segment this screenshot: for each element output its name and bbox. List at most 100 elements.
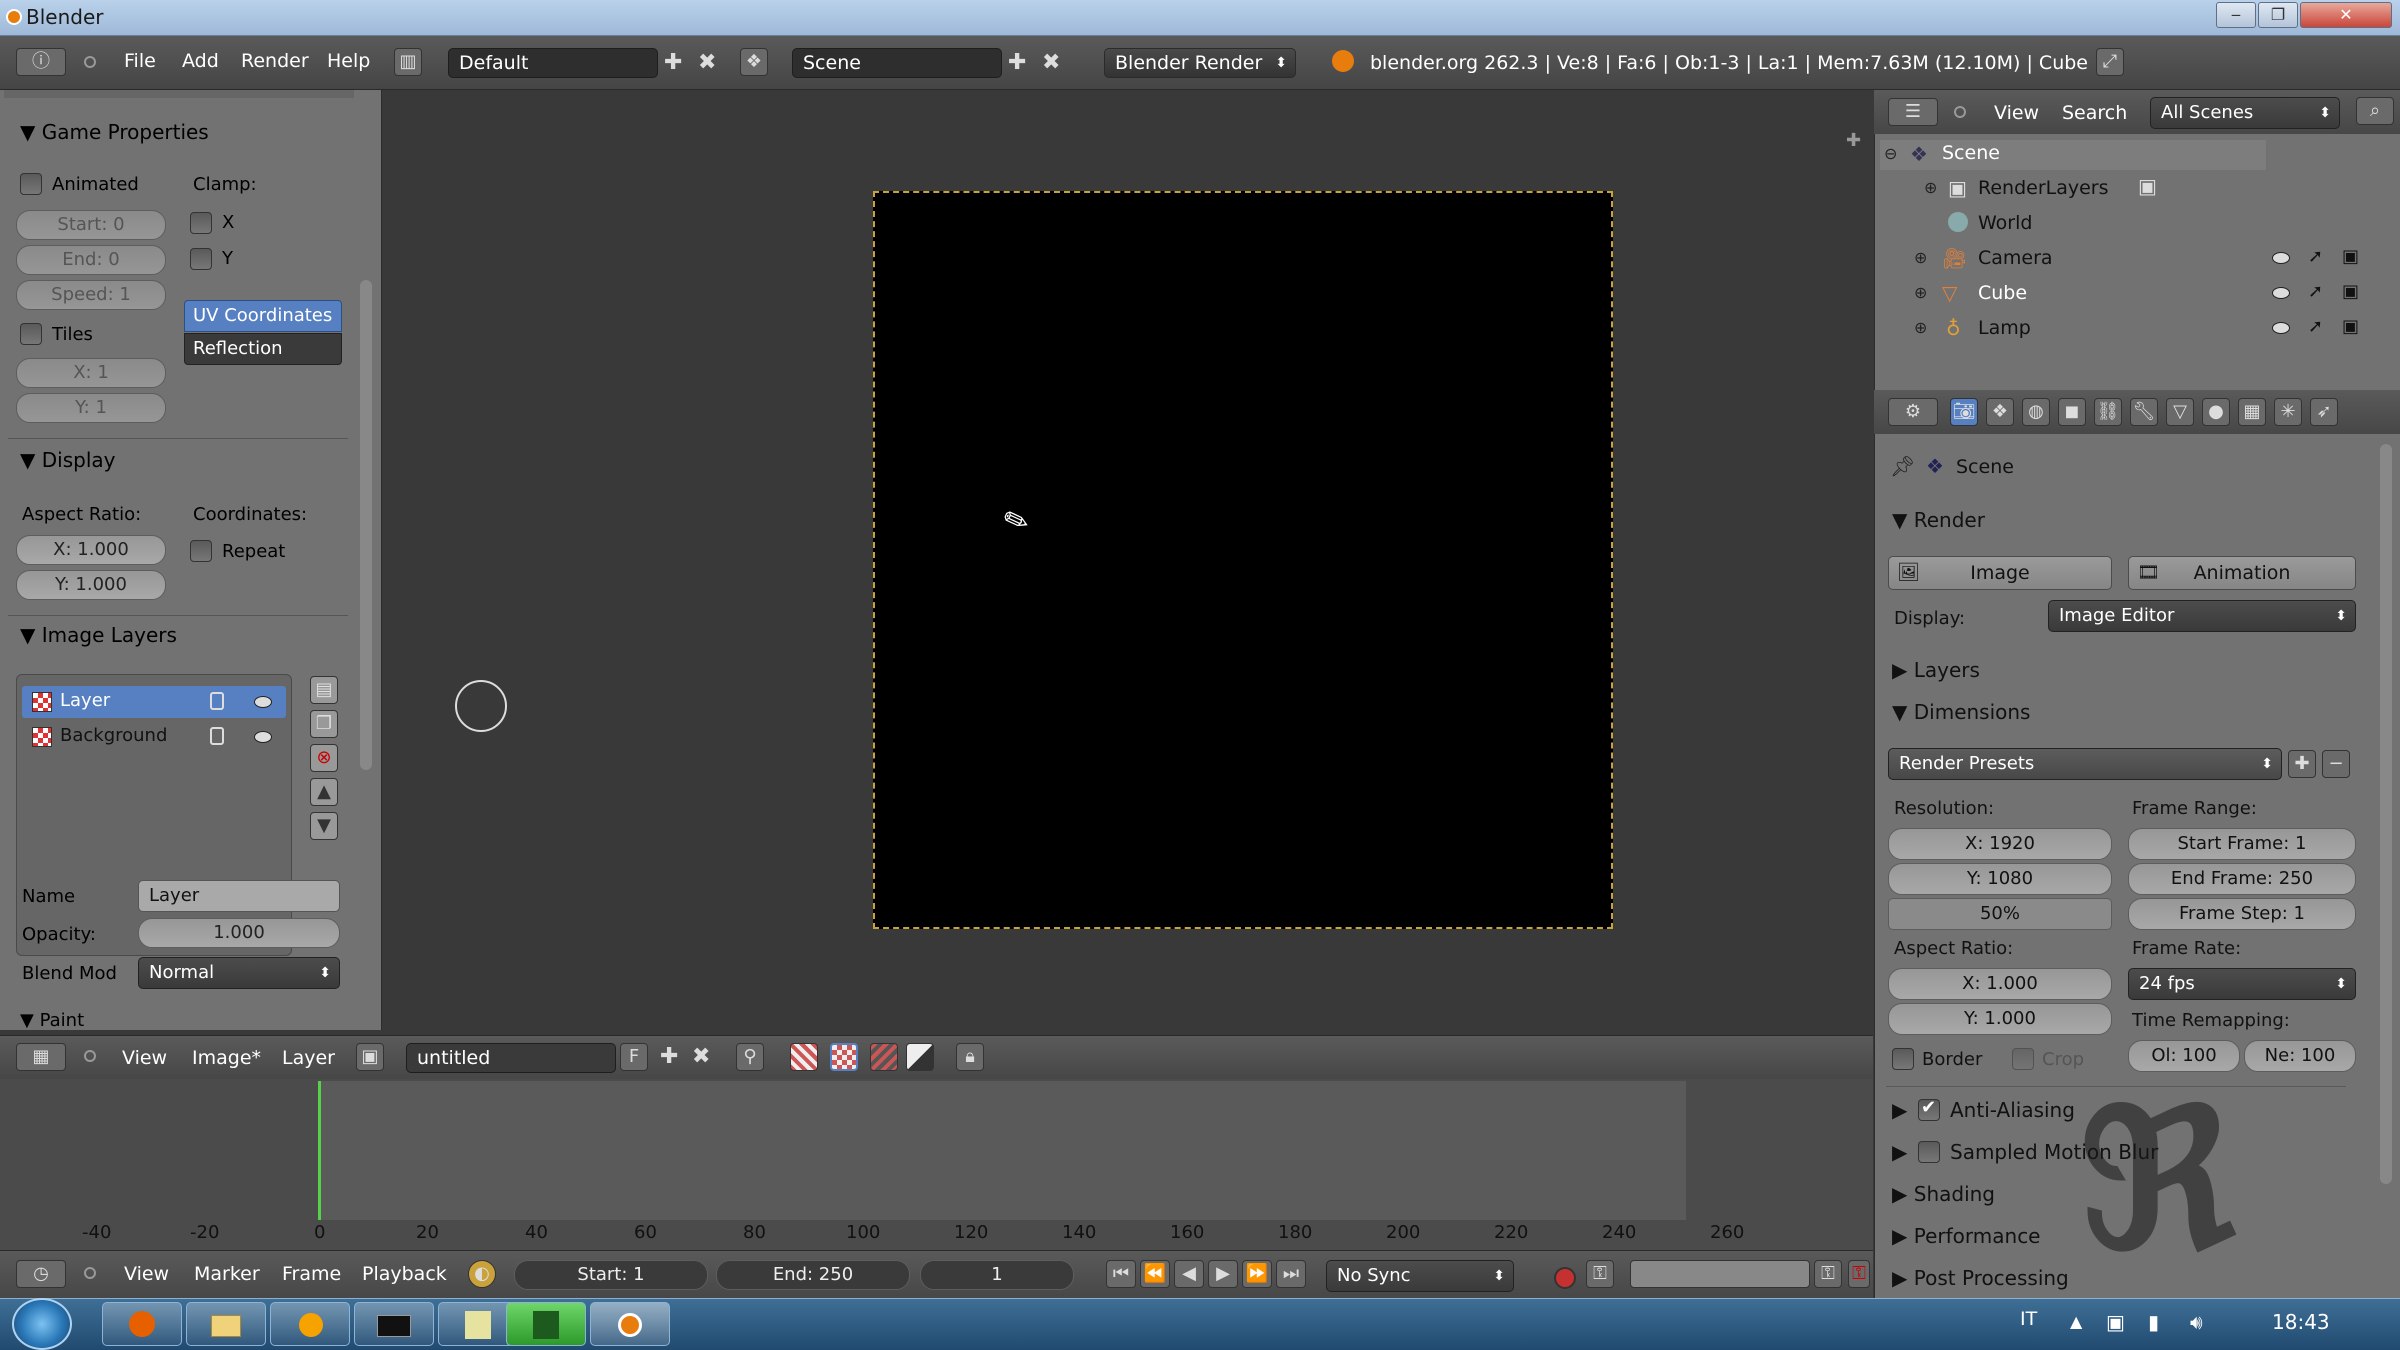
editor-type-info-icon[interactable]: ⓘ — [16, 48, 66, 76]
delete-screen-icon[interactable]: ✖ — [698, 50, 716, 75]
editor-type-icon[interactable]: ▦ — [16, 1043, 66, 1071]
blend-mode-dropdown[interactable]: Normal ⬍ — [138, 957, 340, 989]
taskbar-firefox[interactable] — [102, 1302, 182, 1346]
resolution-percentage-slider[interactable]: 50% — [1888, 898, 2112, 930]
expand-icon[interactable]: ⊕ — [1914, 283, 1927, 302]
move-down-icon[interactable]: ▼ — [310, 812, 338, 840]
taskbar-blender[interactable] — [590, 1302, 670, 1346]
add-preset-icon[interactable]: ✚ — [2288, 750, 2316, 778]
lock-icon[interactable] — [210, 692, 224, 710]
data-tab-icon[interactable]: ▽ — [2166, 398, 2194, 426]
performance-header[interactable]: ▶ Performance — [1892, 1224, 2041, 1248]
tl-menu-frame[interactable]: Frame — [282, 1263, 341, 1285]
region-toggle-icon[interactable]: ✚ — [1846, 130, 1861, 151]
taskbar-app[interactable] — [506, 1302, 586, 1346]
search-icon[interactable]: ⌕ — [2356, 97, 2394, 125]
frame-rate-dropdown[interactable]: 24 fps ⬍ — [2128, 968, 2356, 1000]
eye-icon[interactable] — [254, 696, 272, 708]
move-up-icon[interactable]: ▲ — [310, 778, 338, 806]
add-image-icon[interactable]: ✚ — [660, 1044, 678, 1069]
animated-checkbox[interactable] — [20, 173, 42, 195]
game-properties-header[interactable]: ▼ Game Properties — [20, 120, 209, 144]
select-arrow-icon[interactable]: ➚ — [2308, 316, 2323, 337]
image-browse-icon[interactable]: ▣ — [356, 1043, 384, 1071]
constraints-tab-icon[interactable]: ⛓ — [2094, 398, 2122, 426]
tl-menu-playback[interactable]: Playback — [362, 1263, 447, 1285]
motion-blur-header[interactable]: ▶ — [1892, 1140, 1907, 1164]
display-aspect-x-field[interactable]: X: 1.000 — [16, 535, 166, 565]
taskbar-media[interactable] — [270, 1302, 350, 1346]
object-tab-icon[interactable]: ◼ — [2058, 398, 2086, 426]
render-animation-button[interactable]: 🎞︎ Animation — [2128, 556, 2356, 590]
aspect-x-field[interactable]: X: 1.000 — [1888, 968, 2112, 1000]
clock[interactable]: 18:43 — [2272, 1310, 2330, 1334]
show-hidden-icon[interactable]: ▲ — [2070, 1312, 2082, 1331]
shading-header[interactable]: ▶ Shading — [1892, 1182, 1995, 1206]
image-name-field[interactable]: untitled — [406, 1043, 616, 1073]
anim-end-field[interactable]: End: 0 — [16, 245, 166, 275]
aspect-y-field[interactable]: Y: 1.000 — [1888, 1003, 2112, 1035]
keying-set-field[interactable] — [1630, 1260, 1810, 1288]
tl-menu-view[interactable]: View — [124, 1263, 169, 1285]
anim-start-field[interactable]: Start: 0 — [16, 210, 166, 240]
outliner-item-world[interactable]: World — [1978, 212, 2032, 234]
list-item-background[interactable]: Background — [22, 721, 286, 753]
collapse-icon[interactable] — [84, 1050, 96, 1062]
world-tab-icon[interactable]: ◍ — [2022, 398, 2050, 426]
menu-render[interactable]: Render — [241, 50, 309, 72]
clamp-y-checkbox[interactable] — [190, 248, 212, 270]
resolution-x-field[interactable]: X: 1920 — [1888, 828, 2112, 860]
jump-end-icon[interactable]: ⏭ — [1276, 1260, 1306, 1288]
jump-keyframe-forward-icon[interactable]: ⏩ — [1242, 1260, 1272, 1288]
border-checkbox[interactable] — [1892, 1048, 1914, 1070]
ie-menu-image[interactable]: Image* — [192, 1047, 261, 1069]
play-reverse-icon[interactable]: ◀ — [1174, 1260, 1204, 1288]
anti-aliasing-checkbox[interactable] — [1918, 1097, 1940, 1121]
preview-range-icon[interactable]: ◐ — [468, 1260, 496, 1288]
eye-icon[interactable] — [254, 731, 272, 743]
scene-tab-icon[interactable]: ❖ — [1986, 398, 2014, 426]
scene-icon[interactable]: ❖ — [740, 48, 768, 76]
duplicate-layer-icon[interactable]: ❐ — [310, 710, 338, 738]
jump-start-icon[interactable]: ⏮ — [1106, 1260, 1136, 1288]
resolution-y-field[interactable]: Y: 1080 — [1888, 863, 2112, 895]
render-icon[interactable]: ▣ — [2342, 246, 2359, 267]
texture-tab-icon[interactable]: ▦ — [2238, 398, 2266, 426]
editor-type-outliner-icon[interactable]: ☰ — [1888, 98, 1938, 126]
select-arrow-icon[interactable]: ➚ — [2308, 246, 2323, 267]
minimize-button[interactable]: ‒ — [2216, 2, 2256, 28]
image-canvas[interactable] — [873, 191, 1613, 929]
insert-keyframe-icon[interactable]: ⚿ — [1814, 1260, 1842, 1288]
current-frame-field[interactable]: 1 — [920, 1260, 1074, 1290]
clamp-x-checkbox[interactable] — [190, 212, 212, 234]
menu-add[interactable]: Add — [182, 50, 219, 72]
alpha-mode-icon[interactable] — [830, 1043, 858, 1071]
tiles-x-field[interactable]: X: 1 — [16, 358, 166, 388]
taskbar-explorer[interactable] — [186, 1302, 266, 1346]
particles-tab-icon[interactable]: ✳ — [2274, 398, 2302, 426]
outliner-item-cube[interactable]: Cube — [1978, 282, 2027, 304]
outliner-item-renderlayers[interactable]: RenderLayers — [1978, 177, 2109, 199]
screen-layout-icon[interactable]: ▥ — [394, 48, 422, 76]
network-icon[interactable]: ▮ — [2148, 1310, 2159, 1334]
display-aspect-y-field[interactable]: Y: 1.000 — [16, 570, 166, 600]
color-mode-icon[interactable] — [906, 1043, 934, 1071]
material-tab-icon[interactable]: ● — [2202, 398, 2230, 426]
ie-menu-view[interactable]: View — [122, 1047, 167, 1069]
eye-icon[interactable] — [2272, 322, 2290, 334]
crop-checkbox[interactable] — [2012, 1048, 2034, 1070]
editor-type-properties-icon[interactable]: ⚙ — [1888, 398, 1938, 426]
ie-menu-layer[interactable]: Layer — [282, 1047, 335, 1069]
frame-step-field[interactable]: Frame Step: 1 — [2128, 898, 2356, 930]
layer-name-field[interactable]: Layer — [138, 880, 340, 912]
menu-file[interactable]: File — [124, 50, 156, 72]
render-icon[interactable]: ▣ — [2342, 316, 2359, 337]
end-frame-field[interactable]: End Frame: 250 — [2128, 863, 2356, 895]
collapse-icon[interactable] — [84, 1267, 96, 1279]
motion-blur-checkbox[interactable] — [1918, 1141, 1940, 1163]
expand-icon[interactable]: ⊕ — [1914, 248, 1927, 267]
reflection-option[interactable]: Reflection — [184, 333, 342, 365]
render-icon[interactable]: ▣ — [2342, 281, 2359, 302]
remove-preset-icon[interactable]: − — [2322, 750, 2350, 778]
display-header[interactable]: ▼ Display — [20, 448, 115, 472]
